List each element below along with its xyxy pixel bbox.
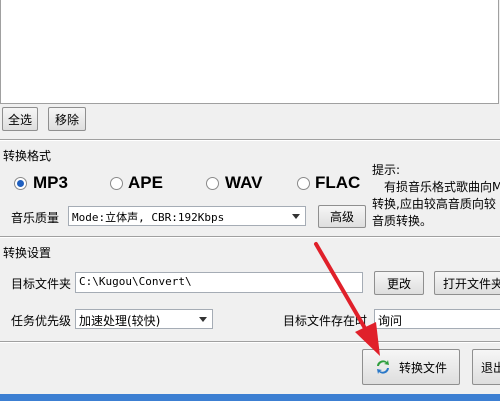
window-bottom-edge [0,394,500,401]
annotation-arrow-icon [314,242,380,356]
